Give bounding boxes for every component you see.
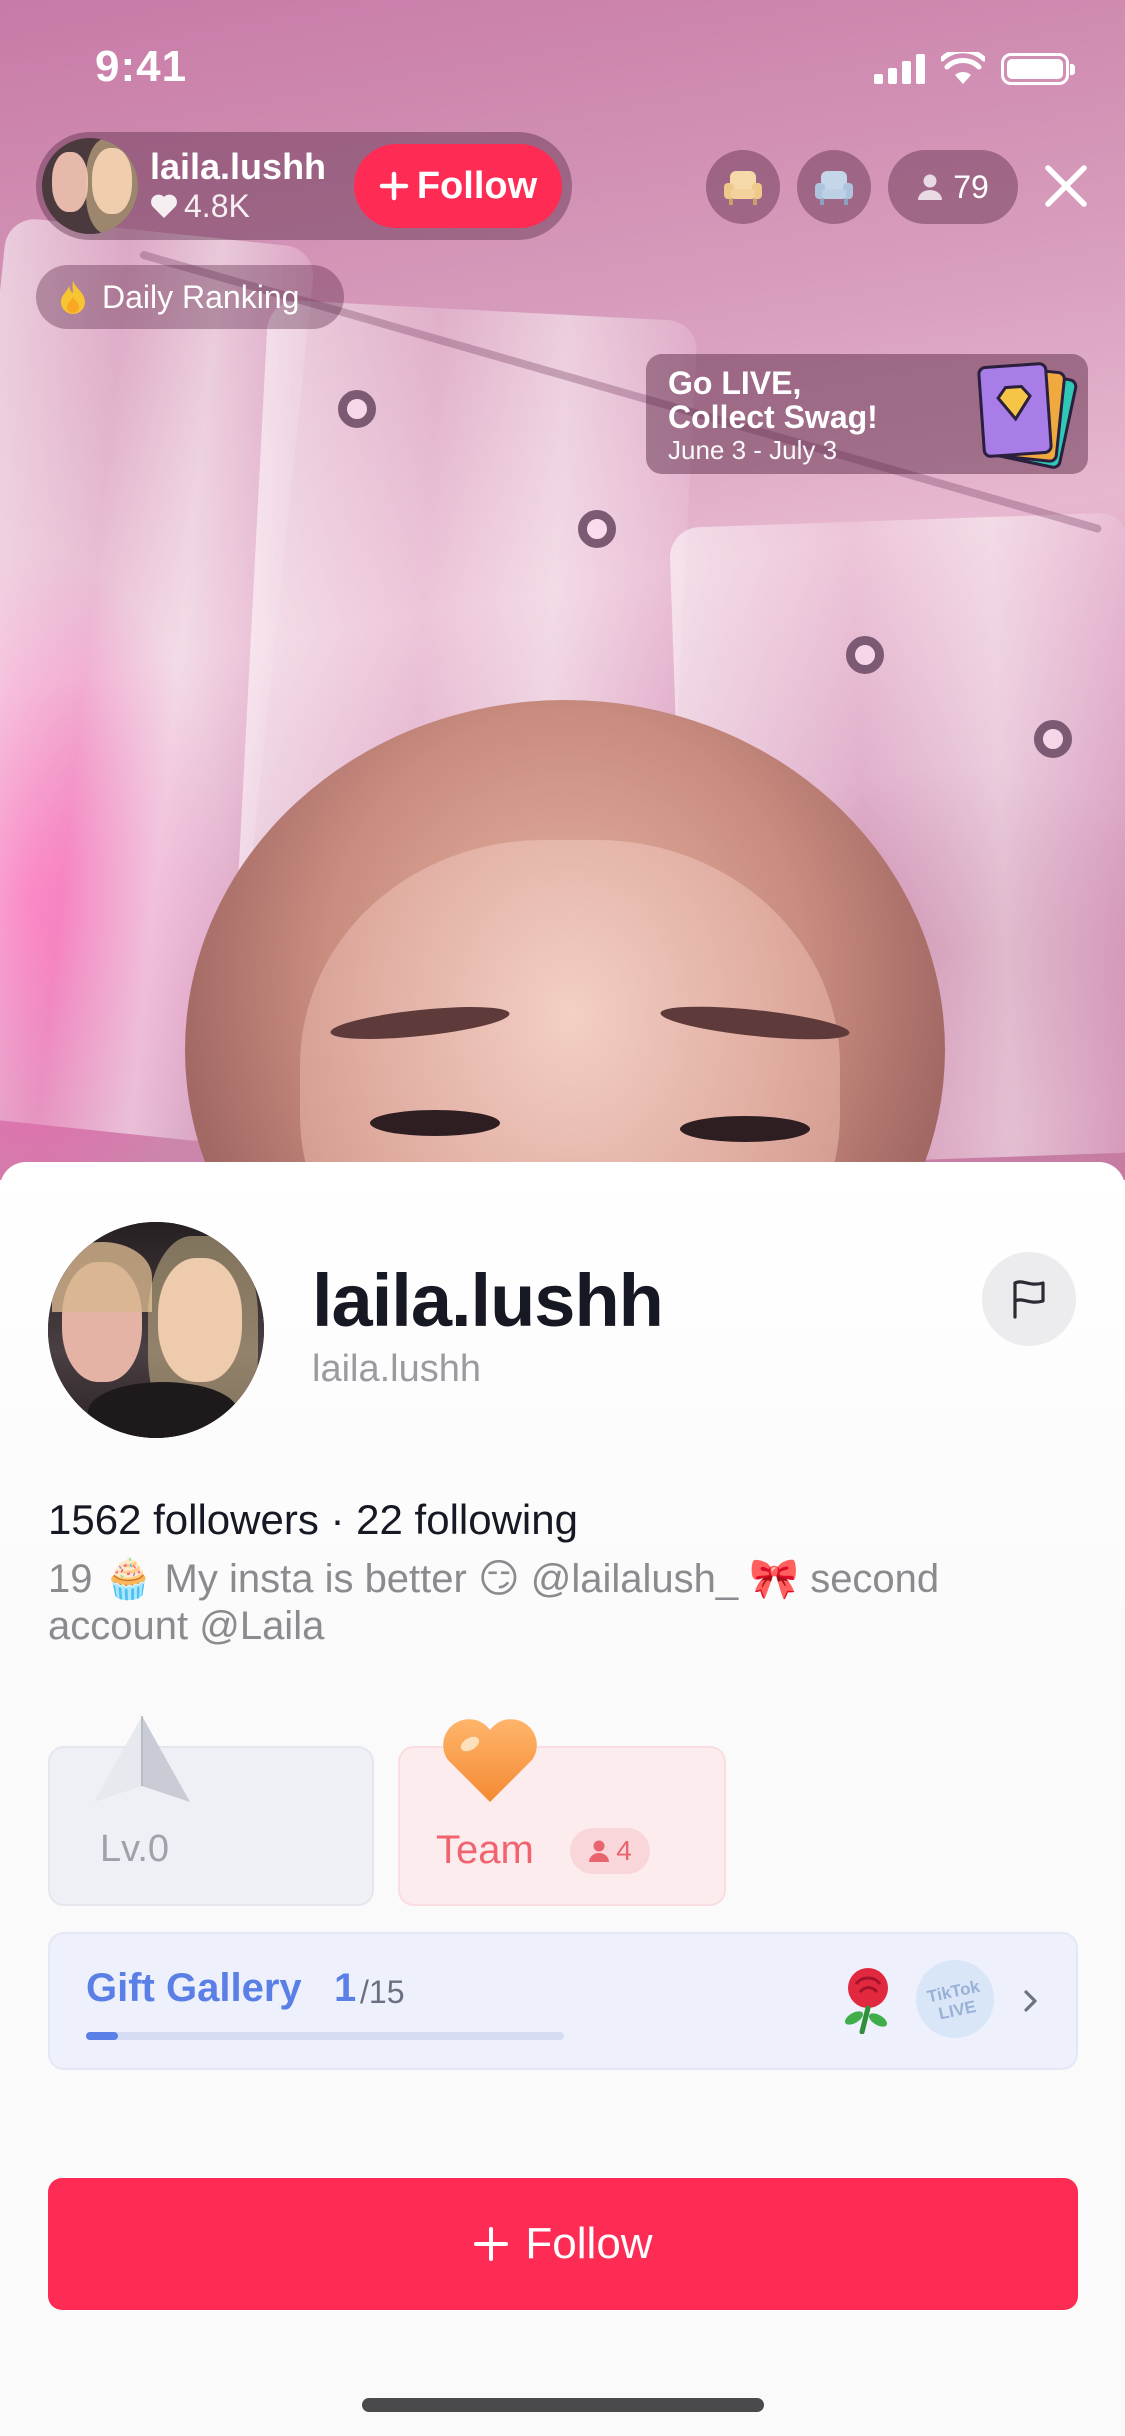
level-arrow-icon bbox=[94, 1716, 190, 1802]
host-likes: 4.8K bbox=[150, 187, 355, 225]
close-icon[interactable] bbox=[1040, 160, 1092, 212]
viewer-count: 79 bbox=[953, 168, 989, 205]
viewer-count-button[interactable]: 79 bbox=[888, 150, 1018, 224]
rose-gift-icon bbox=[844, 1968, 888, 2034]
heart-icon bbox=[151, 194, 177, 218]
gift-gallery-collected: 1 bbox=[334, 1966, 357, 2010]
team-member-count: 4 bbox=[570, 1828, 650, 1874]
profile-avatar[interactable] bbox=[48, 1222, 264, 1438]
daily-ranking-label: Daily Ranking bbox=[102, 278, 300, 315]
team-count-value: 4 bbox=[616, 1835, 632, 1866]
team-card[interactable]: Team 4 bbox=[398, 1719, 726, 1906]
flame-icon bbox=[61, 281, 85, 314]
guest-seat-1-button[interactable] bbox=[706, 150, 780, 224]
tiktok-live-gift-icon: TikTok LIVE bbox=[908, 1952, 1002, 2046]
battery-icon bbox=[1001, 53, 1075, 85]
status-bar: 9:41 bbox=[0, 0, 1125, 140]
profile-display-name: laila.lushh bbox=[312, 1259, 664, 1342]
wifi-icon bbox=[941, 52, 985, 84]
follow-button-label: Follow bbox=[525, 2219, 653, 2268]
gift-gallery-total: /15 bbox=[360, 1974, 405, 2010]
daily-ranking-button[interactable]: Daily Ranking bbox=[36, 265, 344, 329]
armchair-icon bbox=[724, 171, 762, 205]
profile-sheet: laila.lushh laila.lushh 1562 followers ·… bbox=[0, 1162, 1125, 2436]
chevron-right-icon bbox=[1024, 1990, 1037, 2012]
follow-counts: 1562 followers · 22 following bbox=[48, 1496, 578, 1543]
host-follow-label: Follow bbox=[416, 164, 538, 207]
plus-icon bbox=[379, 171, 409, 201]
profile-bio: 19 🧁 My insta is better 😏 @lailalush_ 🎀 … bbox=[48, 1557, 940, 1648]
gift-gallery-title: Gift Gallery bbox=[86, 1966, 302, 2010]
guest-seat-2-button[interactable] bbox=[797, 150, 871, 224]
host-name: laila.lushh bbox=[150, 146, 327, 187]
plus-icon bbox=[474, 2227, 509, 2261]
person-icon bbox=[918, 174, 943, 200]
team-label: Team bbox=[436, 1828, 534, 1872]
promo-banner[interactable]: Go LIVE, Collect Swag! June 3 - July 3 bbox=[646, 354, 1088, 474]
host-follow-button[interactable]: Follow bbox=[354, 144, 562, 228]
cellular-signal-icon bbox=[874, 54, 925, 84]
gift-gallery-progress-bar bbox=[86, 2032, 564, 2040]
trading-cards-icon bbox=[974, 361, 1079, 471]
host-likes-count: 4.8K bbox=[184, 188, 250, 224]
gift-gallery-card[interactable]: Gift Gallery 1 /15 TikTok LIVE bbox=[48, 1932, 1078, 2070]
host-avatar[interactable] bbox=[42, 138, 138, 234]
level-card[interactable]: Lv.0 bbox=[48, 1716, 374, 1906]
follow-button[interactable]: Follow bbox=[48, 2178, 1078, 2310]
home-indicator[interactable] bbox=[362, 2398, 764, 2412]
team-heart-icon bbox=[443, 1719, 537, 1802]
profile-username: laila.lushh bbox=[312, 1348, 481, 1390]
host-info-pill[interactable]: laila.lushh 4.8K Follow bbox=[36, 132, 572, 240]
armchair-icon bbox=[815, 171, 853, 205]
report-button[interactable] bbox=[982, 1252, 1076, 1346]
person-icon bbox=[589, 1840, 610, 1862]
flag-icon bbox=[1013, 1280, 1045, 1319]
status-time: 9:41 bbox=[95, 42, 188, 91]
level-label: Lv.0 bbox=[100, 1828, 170, 1870]
